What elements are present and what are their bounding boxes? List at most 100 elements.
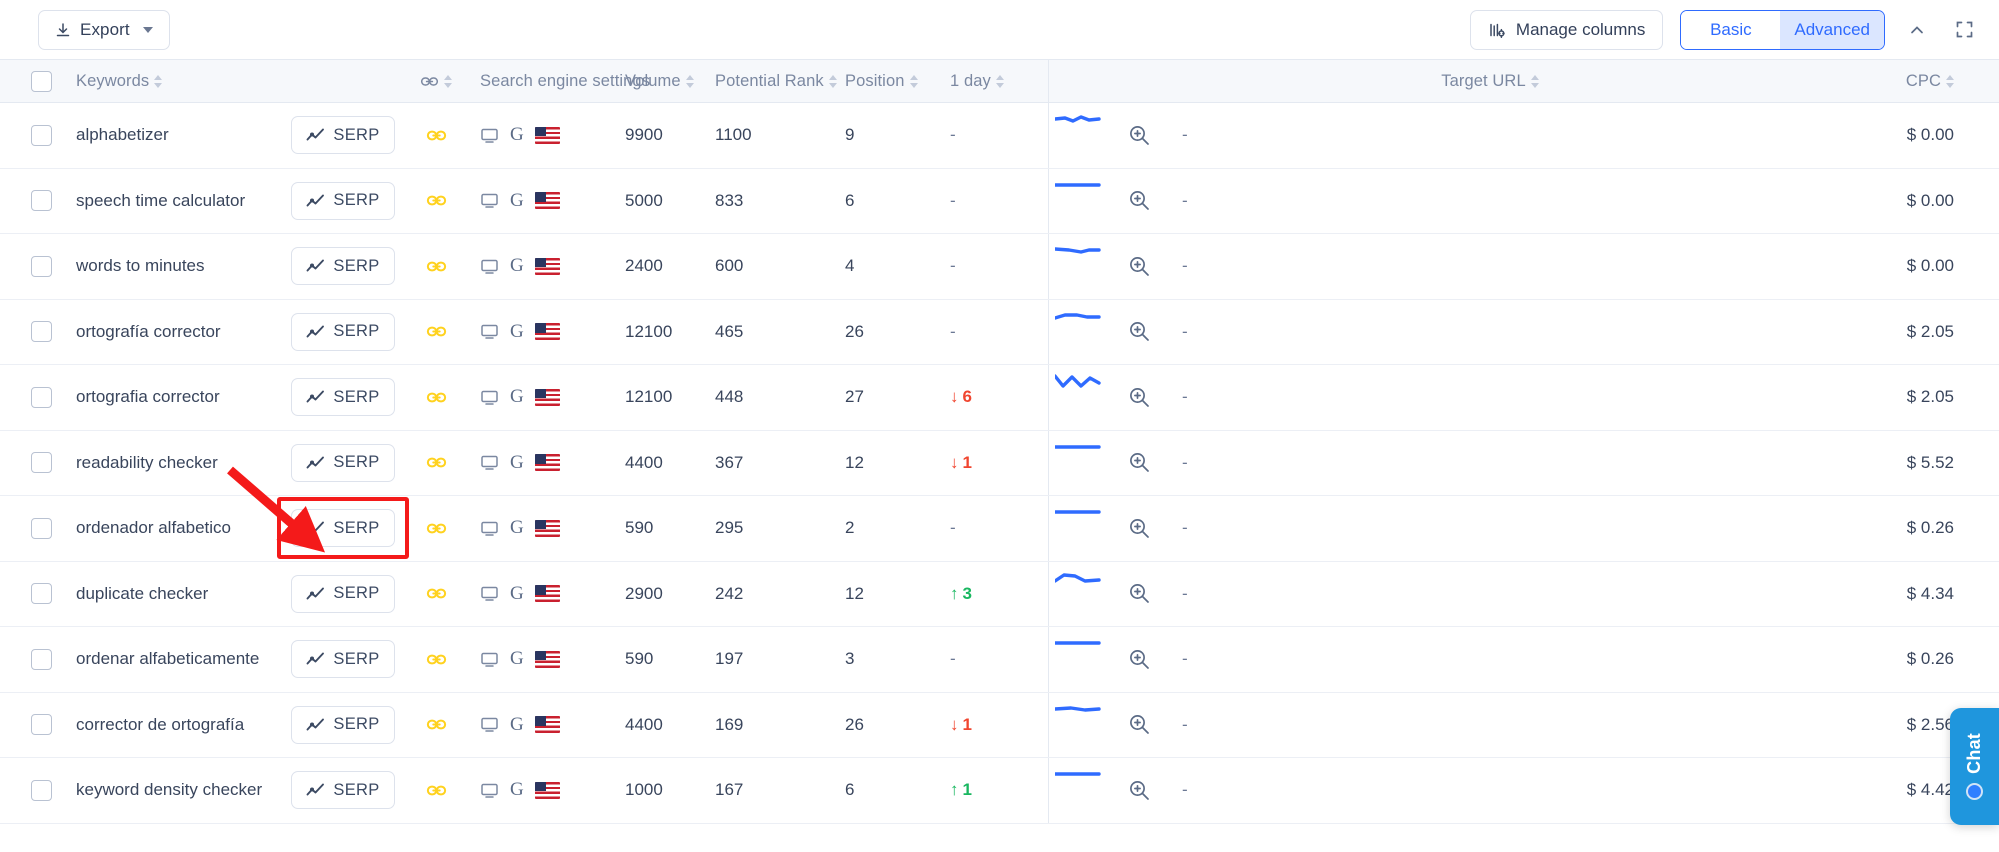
sort-icon[interactable]	[909, 74, 918, 88]
link-cell[interactable]	[404, 627, 468, 692]
link-cell[interactable]	[404, 693, 468, 758]
link-cell[interactable]	[404, 758, 468, 823]
serp-button[interactable]: SERP	[291, 181, 395, 220]
link-cell[interactable]	[404, 562, 468, 627]
serp-button[interactable]: SERP	[291, 378, 395, 417]
link-cell[interactable]	[404, 234, 468, 299]
expand-icon[interactable]	[1949, 15, 1979, 45]
row-checkbox[interactable]	[31, 714, 52, 736]
row-checkbox[interactable]	[31, 124, 52, 146]
sort-icon[interactable]	[1530, 74, 1539, 88]
trend-sparkline-cell	[1048, 496, 1108, 561]
serp-button[interactable]: SERP	[291, 574, 395, 613]
serp-button[interactable]: SERP	[291, 443, 395, 482]
table-row[interactable]: ortografia corrector SERP G 12100 448 27 ↓ 6 - $ …	[0, 365, 1999, 431]
table-row[interactable]: keyword density checker SERP G 1000 167 6 ↑ 1 - $…	[0, 758, 1999, 824]
row-checkbox[interactable]	[31, 386, 52, 408]
table-row[interactable]: ordenar alfabeticamente SERP G 590 197 3 - - $ 0…	[0, 627, 1999, 693]
position-cell: 26	[833, 300, 938, 365]
volume-cell: 4400	[613, 431, 703, 496]
link-cell[interactable]	[404, 365, 468, 430]
link-icon[interactable]	[426, 649, 447, 670]
link-cell[interactable]	[404, 496, 468, 561]
row-checkbox[interactable]	[31, 190, 52, 212]
tab-basic[interactable]: Basic	[1681, 10, 1781, 49]
serp-button[interactable]: SERP	[291, 705, 395, 744]
row-checkbox[interactable]	[31, 648, 52, 670]
magnifier-plus-icon[interactable]	[1127, 647, 1152, 672]
sort-icon[interactable]	[154, 74, 163, 88]
serp-cell: SERP	[282, 758, 404, 823]
link-icon[interactable]	[426, 387, 447, 408]
magnifier-plus-icon[interactable]	[1127, 188, 1152, 213]
link-cell[interactable]	[404, 169, 468, 234]
serp-button[interactable]: SERP	[291, 640, 395, 679]
link-icon[interactable]	[426, 518, 447, 539]
magnifier-plus-icon[interactable]	[1127, 319, 1152, 344]
serp-button[interactable]: SERP	[291, 247, 395, 286]
table-row[interactable]: corrector de ortografía SERP G 4400 169 26 ↓ 1 -…	[0, 692, 1999, 758]
row-checkbox[interactable]	[31, 583, 52, 605]
row-checkbox[interactable]	[31, 517, 52, 539]
row-checkbox[interactable]	[31, 321, 52, 343]
header-link[interactable]	[404, 60, 468, 102]
sort-icon[interactable]	[1946, 74, 1954, 88]
link-cell[interactable]	[404, 300, 468, 365]
serp-button-label: SERP	[333, 387, 380, 406]
header-volume[interactable]: Volume	[613, 60, 703, 102]
header-keywords[interactable]: Keywords	[62, 60, 282, 102]
table-row[interactable]: speech time calculator SERP G 5000 833 6 - - $ 0…	[0, 168, 1999, 234]
sort-icon[interactable]	[995, 74, 1004, 88]
table-row[interactable]: alphabetizer SERP G 9900 1100 9 - - $ 0.00	[0, 103, 1999, 169]
serp-button[interactable]: SERP	[291, 116, 395, 155]
horizontal-scrollbar[interactable]	[0, 848, 1999, 852]
header-target-url[interactable]: Target URL	[1170, 60, 1810, 102]
magnifier-plus-icon[interactable]	[1127, 254, 1152, 279]
link-icon[interactable]	[426, 256, 447, 277]
magnifier-plus-icon[interactable]	[1127, 123, 1152, 148]
magnifier-plus-icon[interactable]	[1127, 712, 1152, 737]
magnifier-plus-icon[interactable]	[1127, 516, 1152, 541]
table-row[interactable]: duplicate checker SERP G 2900 242 12 ↑ 3 - $ 4.34	[0, 561, 1999, 627]
chevron-up-icon[interactable]	[1902, 15, 1932, 45]
header-one-day[interactable]: 1 day	[938, 60, 1048, 102]
link-cell[interactable]	[404, 103, 468, 168]
header-potential-rank[interactable]: Potential Rank	[703, 60, 837, 102]
table-row[interactable]: ordenador alfabetico SERP G 590 295 2 - - $ 0.26	[0, 496, 1999, 562]
potential-rank-value: 242	[715, 583, 744, 603]
chat-widget-button[interactable]: Chat	[1950, 708, 1999, 825]
export-button[interactable]: Export	[38, 9, 170, 50]
desktop-icon	[480, 585, 499, 602]
table-row[interactable]: words to minutes SERP G 2400 600 4 - - $ 0.00	[0, 234, 1999, 300]
serp-button[interactable]: SERP	[291, 312, 395, 351]
serp-button[interactable]: SERP	[291, 771, 395, 810]
magnifier-plus-icon[interactable]	[1127, 778, 1152, 803]
magnifier-plus-icon[interactable]	[1127, 450, 1152, 475]
link-cell[interactable]	[404, 431, 468, 496]
serp-button[interactable]: SERP	[291, 509, 395, 548]
magnifier-plus-icon[interactable]	[1127, 581, 1152, 606]
link-icon[interactable]	[426, 780, 447, 801]
serp-cell: SERP	[282, 431, 404, 496]
table-row[interactable]: readability checker SERP G 4400 367 12 ↓ 1 - $ 5.…	[0, 430, 1999, 496]
manage-columns-button[interactable]: Manage columns	[1469, 9, 1664, 50]
us-flag-icon	[534, 585, 560, 603]
link-icon[interactable]	[426, 321, 447, 342]
sort-icon[interactable]	[685, 74, 694, 88]
select-all-checkbox[interactable]	[31, 70, 52, 92]
link-icon[interactable]	[426, 714, 447, 735]
table-body: alphabetizer SERP G 9900 1100 9- - $ 0.00 speech…	[0, 103, 1999, 824]
header-position[interactable]: Position	[833, 60, 938, 102]
tab-advanced[interactable]: Advanced	[1780, 10, 1884, 49]
link-icon[interactable]	[426, 190, 447, 211]
header-cpc[interactable]: CPC	[1810, 60, 1999, 102]
magnifier-plus-icon[interactable]	[1127, 385, 1152, 410]
row-checkbox[interactable]	[31, 255, 52, 277]
link-icon[interactable]	[426, 452, 447, 473]
link-icon[interactable]	[426, 125, 447, 146]
link-icon[interactable]	[426, 583, 447, 604]
row-checkbox[interactable]	[31, 779, 52, 801]
table-row[interactable]: ortografía corrector SERP G 12100 465 26 - - $ 2…	[0, 299, 1999, 365]
sort-icon[interactable]	[444, 74, 452, 88]
row-checkbox[interactable]	[31, 452, 52, 474]
